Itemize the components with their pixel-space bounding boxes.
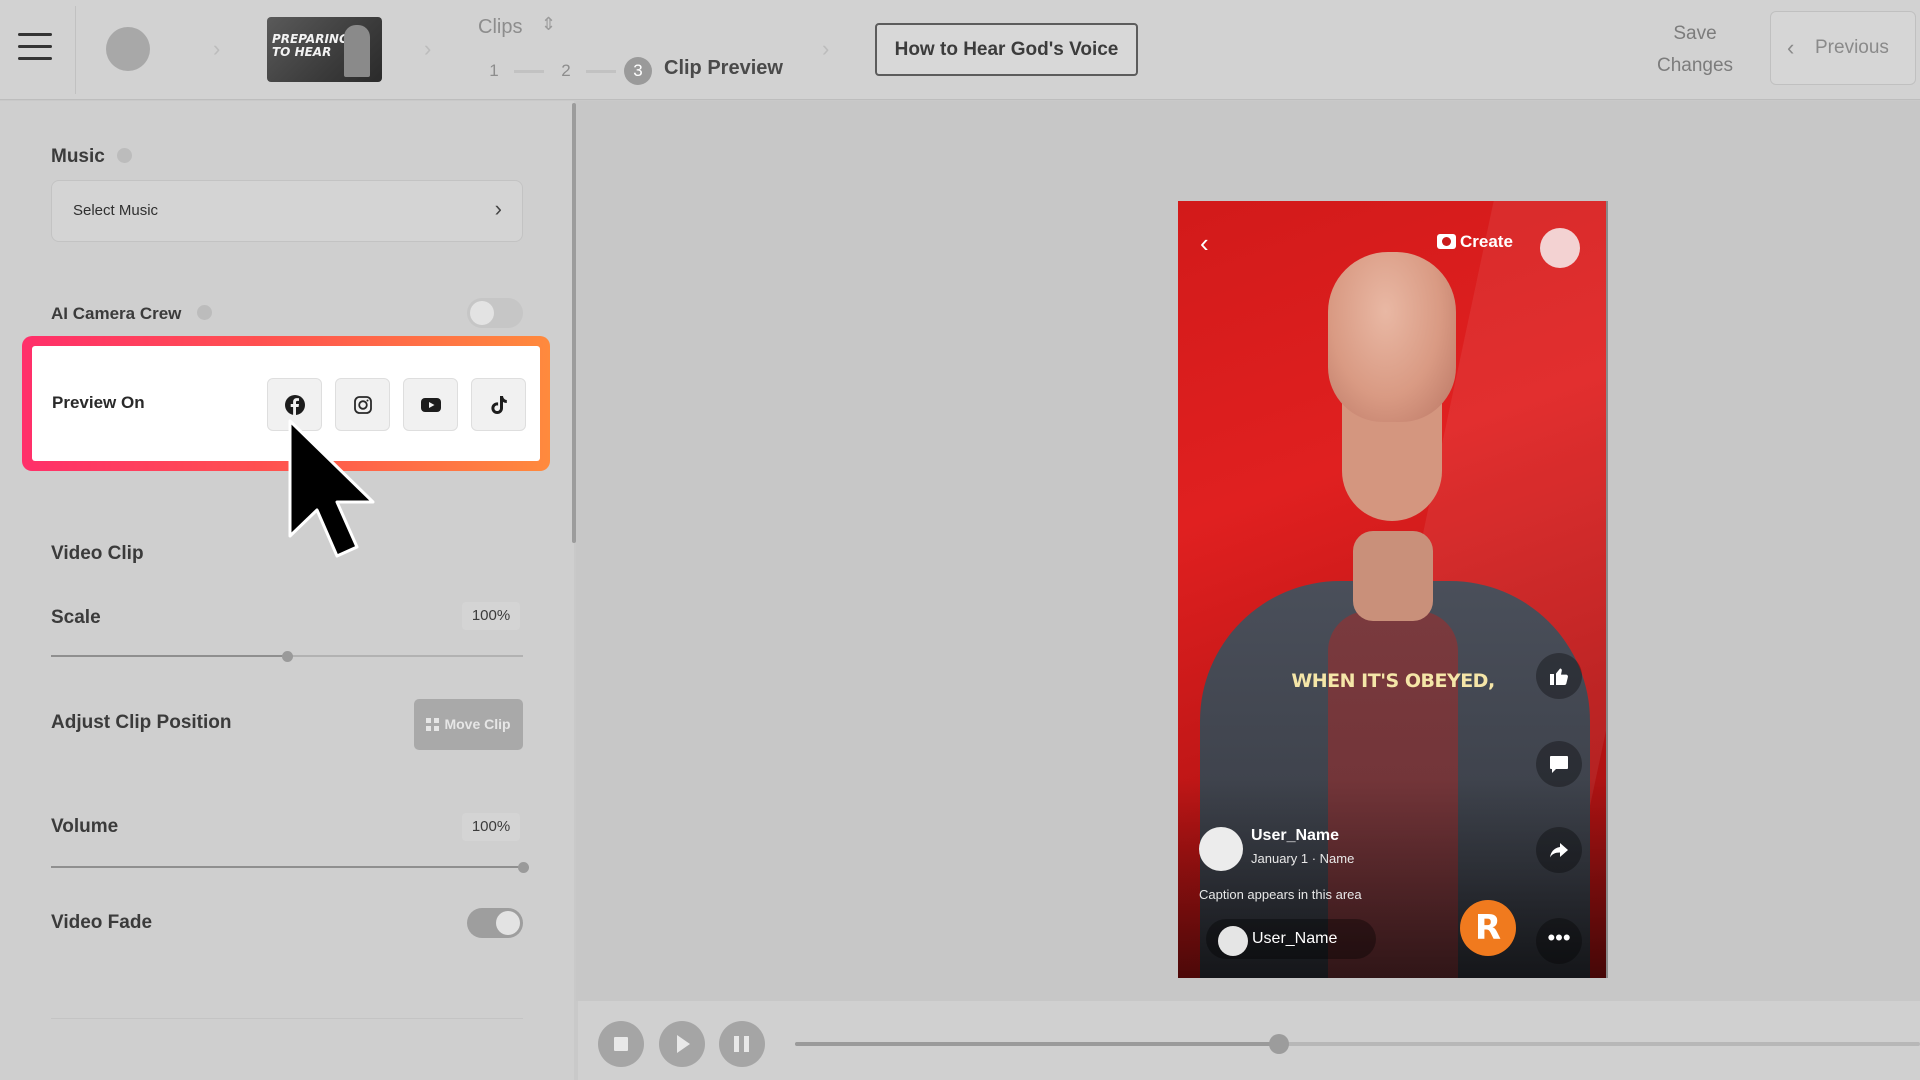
top-header: › PREPARING TO HEAR › Clips ⇕ 1 2 3 Clip… xyxy=(0,0,1920,100)
youtube-icon xyxy=(421,398,441,412)
facebook-preview-button[interactable] xyxy=(267,378,322,431)
save-label-line2: Changes xyxy=(1656,55,1734,76)
preview-on-highlight: Preview On xyxy=(22,336,550,471)
chevron-right-icon: › xyxy=(822,36,830,61)
thumbnail-text: PREPARING TO HEAR xyxy=(272,32,349,59)
instagram-preview-button[interactable] xyxy=(335,378,390,431)
back-icon[interactable]: ‹ xyxy=(1200,228,1209,259)
avatar[interactable] xyxy=(106,27,150,71)
pause-icon-bar xyxy=(744,1036,749,1052)
sidebar-divider xyxy=(51,1018,523,1019)
sermon-title-button[interactable]: How to Hear God's Voice xyxy=(875,23,1138,76)
instagram-icon xyxy=(354,396,372,414)
chevron-left-icon: ‹ xyxy=(1787,35,1795,60)
step-2[interactable]: 2 xyxy=(552,57,580,85)
video-fade-label: Video Fade xyxy=(51,912,153,933)
ai-camera-crew-toggle[interactable] xyxy=(467,298,523,328)
share-icon xyxy=(1550,843,1568,858)
youtube-preview-button[interactable] xyxy=(403,378,458,431)
comment-icon xyxy=(1550,756,1568,773)
music-label: Music xyxy=(51,146,105,167)
volume-slider-fill xyxy=(51,866,523,868)
select-music-label: Select Music xyxy=(73,202,159,219)
speaker-head xyxy=(1328,252,1456,422)
scale-slider-thumb[interactable] xyxy=(282,651,293,662)
timeline-scrubber[interactable] xyxy=(1269,1034,1289,1054)
info-icon[interactable] xyxy=(117,148,132,163)
chevron-right-icon: › xyxy=(494,196,502,221)
audio-user-name: User_Name xyxy=(1252,930,1338,947)
audio-user-avatar xyxy=(1218,926,1248,956)
scale-label: Scale xyxy=(51,607,101,628)
comment-button[interactable] xyxy=(1536,741,1582,787)
stop-button[interactable] xyxy=(598,1021,644,1067)
preview-on-label: Preview On xyxy=(52,393,145,412)
scale-slider-fill xyxy=(51,655,287,657)
create-label: Create xyxy=(1460,232,1513,251)
tiktok-preview-button[interactable] xyxy=(471,378,526,431)
video-fade-toggle[interactable] xyxy=(467,908,523,938)
volume-slider-thumb[interactable] xyxy=(518,862,529,873)
step-connector xyxy=(514,70,544,73)
play-button[interactable] xyxy=(659,1021,705,1067)
sermon-thumbnail[interactable]: PREPARING TO HEAR xyxy=(267,17,382,82)
save-changes-button[interactable]: Save Changes xyxy=(1640,18,1750,82)
info-icon[interactable] xyxy=(197,305,212,320)
pause-button[interactable] xyxy=(719,1021,765,1067)
step-3-label: Clip Preview xyxy=(664,57,783,79)
chevron-updown-icon[interactable]: ⇕ xyxy=(541,14,556,35)
post-date: January 1 · Name xyxy=(1251,851,1355,866)
scale-value[interactable]: 100% xyxy=(462,602,520,630)
play-icon xyxy=(677,1035,690,1053)
chevron-right-icon: › xyxy=(213,36,221,61)
stop-icon xyxy=(614,1037,628,1051)
more-options-button[interactable]: ••• xyxy=(1536,918,1582,964)
step-3[interactable]: 3 xyxy=(624,57,652,85)
clips-label: Clips xyxy=(478,16,523,38)
volume-label: Volume xyxy=(51,816,119,837)
camera-icon xyxy=(1437,234,1456,249)
like-button[interactable] xyxy=(1536,653,1582,699)
facebook-reel-preview: ‹ Create WHEN IT'S OBEYED, User_Name Jan… xyxy=(1178,201,1608,978)
pause-icon xyxy=(734,1036,739,1052)
brand-logo-icon: R xyxy=(1460,900,1516,956)
move-grid-icon xyxy=(426,718,440,731)
create-button[interactable]: Create xyxy=(1437,232,1513,252)
ai-camera-crew-label: AI Camera Crew xyxy=(51,304,182,323)
playback-bar xyxy=(578,1001,1920,1080)
move-clip-button[interactable]: Move Clip xyxy=(414,699,523,750)
chevron-right-icon: › xyxy=(424,36,432,61)
header-divider xyxy=(75,6,76,94)
volume-value[interactable]: 100% xyxy=(462,813,520,841)
tiktok-icon xyxy=(491,396,507,414)
adjust-clip-position-label: Adjust Clip Position xyxy=(51,712,232,733)
video-clip-heading: Video Clip xyxy=(51,543,144,564)
thumbs-up-icon xyxy=(1550,668,1568,685)
save-label-line1: Save xyxy=(1673,23,1717,44)
share-button[interactable] xyxy=(1536,827,1582,873)
move-clip-label: Move Clip xyxy=(444,716,511,732)
select-music-dropdown[interactable]: Select Music › xyxy=(51,180,523,242)
speaker-neck xyxy=(1353,531,1433,621)
poster-avatar[interactable] xyxy=(1199,827,1243,871)
timeline-progress xyxy=(795,1042,1279,1046)
preview-on-panel: Preview On xyxy=(32,346,540,461)
hamburger-menu-icon[interactable] xyxy=(18,33,52,63)
step-connector xyxy=(586,70,616,73)
previous-button[interactable]: ‹ Previous xyxy=(1770,11,1916,85)
poster-username[interactable]: User_Name xyxy=(1251,827,1339,845)
facebook-icon xyxy=(285,395,305,415)
profile-avatar[interactable] xyxy=(1540,228,1580,268)
thumbnail-figure xyxy=(344,25,370,77)
step-1[interactable]: 1 xyxy=(480,57,508,85)
previous-label: Previous xyxy=(1815,37,1889,58)
